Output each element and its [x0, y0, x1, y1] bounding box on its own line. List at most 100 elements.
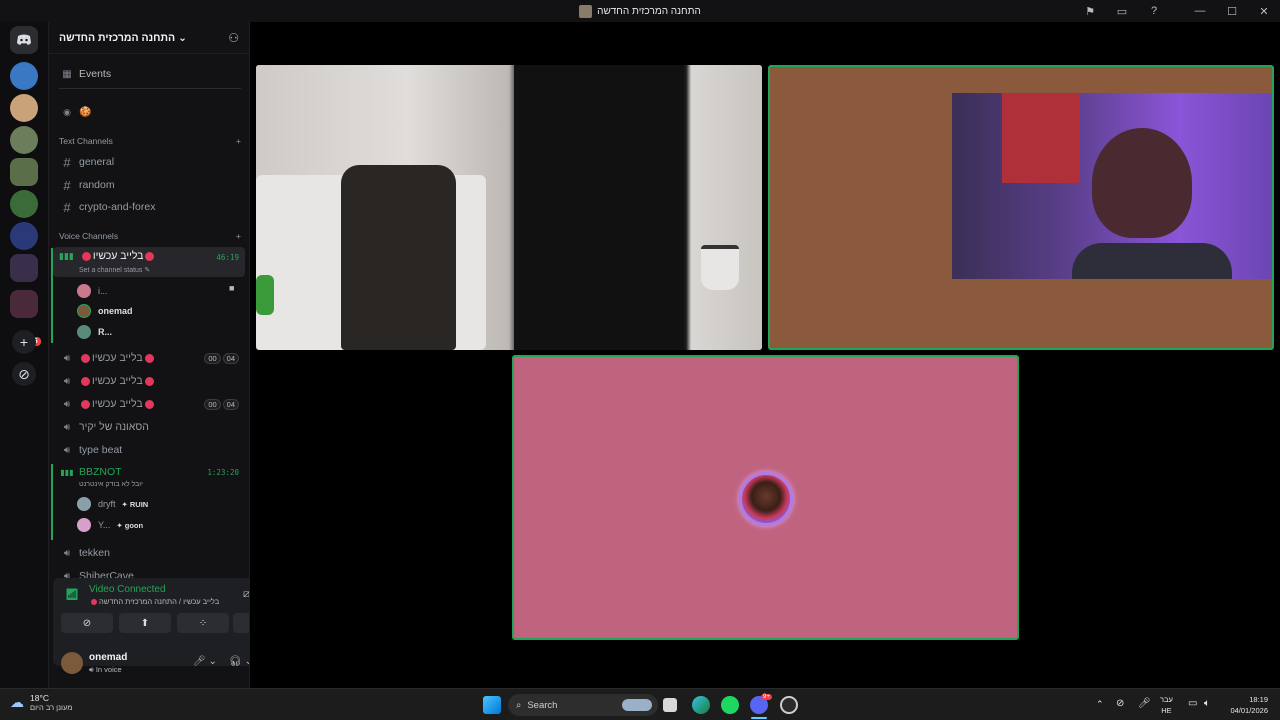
- display-icon[interactable]: ▭: [1188, 698, 1197, 709]
- server-folder-icon-2[interactable]: [10, 290, 38, 318]
- clock[interactable]: 18:19 04/01/2026: [1224, 694, 1268, 716]
- video-tile-avatar[interactable]: [512, 355, 1019, 640]
- activities-button[interactable]: ⁘: [177, 613, 229, 633]
- channel-random[interactable]: # random: [53, 176, 245, 194]
- active-voice-channel[interactable]: ▮▮▮ בלייב עכשיו 46:19 Set a channel stat…: [53, 247, 245, 277]
- screen-share-button[interactable]: ⬆: [119, 613, 171, 633]
- user-status: 🔊︎ In voice: [89, 665, 122, 674]
- camera-off-icon: ⊘: [82, 617, 92, 629]
- flag-icon[interactable]: ⚑: [1074, 5, 1106, 18]
- server-list: 386 + ⊘: [0, 22, 48, 688]
- speaker-icon: 🔊︎: [63, 444, 71, 456]
- invite-icon[interactable]: ⚇: [228, 31, 239, 45]
- server-icon-5[interactable]: [10, 190, 38, 218]
- nitro-icon: ◉: [63, 106, 71, 117]
- channel-sidebar: התחנה המרכזית החדשה ⌄ ⚇ ▦ Events ◉ 🍪 Tex…: [48, 22, 250, 688]
- avatar: [77, 497, 91, 511]
- avatar: [77, 304, 91, 318]
- add-voice-channel-icon[interactable]: +: [236, 231, 241, 241]
- webcam-feed: [952, 93, 1272, 279]
- app-icon[interactable]: [780, 696, 798, 714]
- user-tag: ✦ goon: [116, 520, 144, 530]
- avatar: [77, 284, 91, 298]
- signal-icon[interactable]: 📶︎: [65, 588, 79, 601]
- add-channel-icon[interactable]: +: [236, 136, 241, 146]
- voice-status[interactable]: Video Connected: [89, 584, 166, 595]
- events-item[interactable]: ▦ Events: [53, 66, 245, 82]
- search-icon: ⌕: [516, 699, 522, 711]
- server-icon-2[interactable]: [10, 94, 38, 122]
- start-icon[interactable]: [483, 696, 501, 714]
- voice-activity-icon: ▮▮▮: [60, 467, 74, 477]
- spotify-icon[interactable]: [721, 696, 739, 714]
- window-icon: [579, 4, 593, 18]
- add-server-icon[interactable]: +: [12, 330, 36, 354]
- voice-user[interactable]: dryft ✦ RUIN: [77, 497, 148, 511]
- soundboard-button[interactable]: ✺: [233, 613, 249, 633]
- inbox-icon[interactable]: ▭: [1106, 5, 1138, 18]
- username[interactable]: onemad: [89, 652, 127, 663]
- maximize-button[interactable]: ☐: [1216, 5, 1248, 18]
- server-folder-icon[interactable]: [10, 254, 38, 282]
- microphone-tray-icon[interactable]: 🎤︎: [1138, 698, 1151, 709]
- voice-channel[interactable]: 🔊︎ בלייב עכשיו: [53, 373, 245, 389]
- cookie-icon: 🍪: [79, 106, 92, 118]
- user-panel: onemad 🔊︎ In voice 🎤︎ ⌄ 🎧︎ ⌄ ⚙: [53, 648, 249, 684]
- voice-channel-bbznot[interactable]: ▮▮▮ BBZNOT 1:23:20: [53, 464, 245, 480]
- window-title: התחנה המרכזית החדשה: [579, 4, 701, 18]
- chevron-up-icon[interactable]: ⌃: [1096, 699, 1104, 710]
- task-view-icon[interactable]: [663, 698, 677, 712]
- server-icon-4[interactable]: [10, 158, 38, 186]
- voice-location[interactable]: בלייב עכשיו / התחנה המרכזית החדשה: [89, 597, 219, 606]
- voice-user[interactable]: onemad: [77, 304, 133, 318]
- channel-status[interactable]: Set a channel status ✎: [79, 266, 150, 274]
- edge-icon[interactable]: [692, 696, 710, 714]
- bin: [701, 245, 739, 290]
- voice-channel[interactable]: 🔊︎ type beat: [53, 442, 245, 458]
- voice-user[interactable]: R...: [77, 325, 112, 339]
- voice-channel[interactable]: 🔊︎ tekken: [53, 545, 245, 561]
- discord-home-icon[interactable]: [10, 26, 38, 54]
- channel-crypto[interactable]: # crypto-and-forex: [53, 198, 245, 216]
- voice-user[interactable]: i...: [77, 284, 108, 298]
- voice-user[interactable]: Y... ✦ goon: [77, 518, 143, 532]
- window-title-text: התחנה המרכזית החדשה: [597, 5, 701, 17]
- server-icon-1[interactable]: [10, 62, 38, 90]
- help-icon[interactable]: ?: [1138, 5, 1170, 17]
- noise-suppression-icon[interactable]: ⧄: [243, 588, 249, 601]
- speaker-icon: 🔊︎: [63, 547, 71, 559]
- network-off-icon[interactable]: ⊘: [1116, 698, 1124, 709]
- camera-off-button[interactable]: ⊘: [61, 613, 113, 633]
- avatar: [77, 325, 91, 339]
- chair: [341, 165, 456, 350]
- channel-general[interactable]: # general: [53, 153, 245, 171]
- video-tile-room[interactable]: [256, 65, 762, 350]
- search-box[interactable]: ⌕ Search: [508, 694, 658, 716]
- volume-icon[interactable]: 🔈︎: [1204, 698, 1210, 709]
- server-icon-6[interactable]: [10, 222, 38, 250]
- speaker-icon: 🔊︎: [63, 375, 71, 387]
- voice-channel[interactable]: 🔊︎ בלייב עכשיו 00 04: [53, 350, 245, 366]
- text-category[interactable]: Text Channels +: [59, 136, 241, 146]
- video-tile-streamer[interactable]: [768, 65, 1274, 350]
- microphone-icon[interactable]: 🎤︎ ⌄: [193, 656, 217, 667]
- minimize-button[interactable]: —: [1184, 5, 1216, 17]
- titlebar-controls: ⚑ ▭ ? — ☐ ✕: [1074, 0, 1280, 22]
- server-icon-3[interactable]: [10, 126, 38, 154]
- close-button[interactable]: ✕: [1248, 5, 1280, 18]
- voice-channel[interactable]: 🔊︎ בלייב עכשיו 00 04: [53, 396, 245, 412]
- taskbar: ☁ 18°C מעונן רב היום ⌕ Search 9+ ⌃ ⊘ 🎤︎ ע…: [0, 688, 1280, 720]
- voice-category[interactable]: Voice Channels +: [59, 231, 241, 241]
- discover-icon[interactable]: ⊘: [12, 362, 36, 386]
- screen-share-icon: ⬆: [140, 617, 150, 629]
- language-indicator[interactable]: עבר HE: [1160, 694, 1173, 716]
- speaker-icon: 🔊︎: [63, 352, 71, 364]
- headphones-icon[interactable]: 🎧︎ ⌄: [229, 656, 249, 667]
- voice-channel[interactable]: 🔊︎ הסאונה של יקיר: [53, 419, 245, 435]
- user-avatar[interactable]: [61, 652, 83, 674]
- boost-item[interactable]: ◉ 🍪: [53, 104, 245, 120]
- user-avatar-large: [739, 472, 793, 526]
- weather-widget[interactable]: ☁ 18°C מעונן רב היום: [10, 693, 72, 712]
- guild-name[interactable]: התחנה המרכזית החדשה ⌄: [59, 32, 187, 44]
- guild-header[interactable]: התחנה המרכזית החדשה ⌄ ⚇: [49, 22, 249, 54]
